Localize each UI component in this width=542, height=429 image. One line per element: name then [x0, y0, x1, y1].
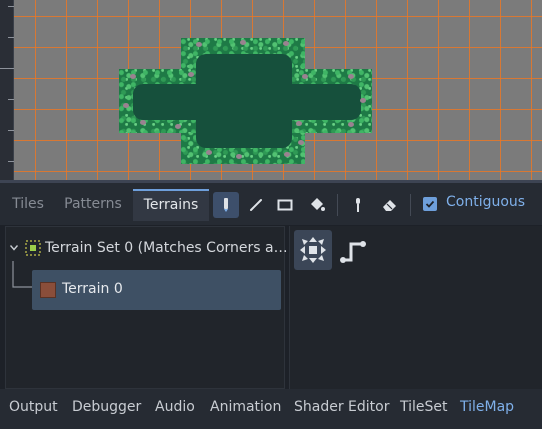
- tab-debugger[interactable]: Debugger: [72, 399, 141, 415]
- terrain-set-label: Terrain Set 0 (Matches Corners a…: [45, 240, 288, 256]
- tab-tiles[interactable]: Tiles: [6, 189, 50, 221]
- paint-tool-button[interactable]: [213, 192, 239, 218]
- vertical-ruler: 200: [0, 0, 14, 180]
- toolbar-separator: [337, 194, 338, 216]
- tab-terrains[interactable]: Terrains: [133, 189, 209, 221]
- contiguous-label[interactable]: Contiguous: [446, 194, 525, 210]
- rectangle-tool-button[interactable]: [272, 192, 298, 218]
- bucket-icon: [311, 198, 325, 211]
- tab-output[interactable]: Output: [9, 399, 58, 415]
- tilemap-viewport[interactable]: 200: [0, 0, 542, 180]
- terrain-mode-pane: [289, 226, 542, 389]
- terrain-color-swatch: [40, 282, 56, 298]
- tilemap-toolbar: Tiles Patterns Terrains Contiguous: [0, 183, 542, 225]
- connect-mode-button[interactable]: [294, 230, 332, 270]
- tab-patterns[interactable]: Patterns: [60, 189, 126, 221]
- toolbar-separator: [410, 194, 411, 216]
- paint-icon: [224, 198, 228, 212]
- contiguous-checkbox[interactable]: [423, 197, 437, 211]
- terrain-set-icon: [25, 240, 41, 256]
- tree-item-terrain-0[interactable]: Terrain 0: [32, 270, 281, 310]
- tab-shader-editor[interactable]: Shader Editor: [294, 399, 389, 415]
- picker-tool-button[interactable]: [345, 192, 371, 218]
- connect-mode-icon: [300, 237, 326, 263]
- chevron-down-icon[interactable]: [10, 245, 18, 251]
- bottom-dock-tabs: Output Debugger Audio Animation Shader E…: [0, 389, 542, 429]
- tab-audio[interactable]: Audio: [155, 399, 195, 415]
- path-mode-icon: [340, 241, 366, 263]
- checkmark-icon: [425, 200, 435, 208]
- tab-tileset[interactable]: TileSet: [400, 399, 448, 415]
- tree-connector-line: [12, 261, 34, 288]
- terrain-tree: Terrain Set 0 (Matches Corners a… Terrai…: [5, 226, 288, 389]
- tab-tilemap[interactable]: TileMap: [460, 399, 514, 415]
- rectangle-icon: [277, 199, 293, 211]
- eraser-icon: [383, 200, 396, 211]
- terrain-label: Terrain 0: [62, 281, 123, 297]
- picker-icon: [356, 198, 360, 212]
- tree-item-terrain-set[interactable]: Terrain Set 0 (Matches Corners a…: [6, 237, 288, 261]
- bucket-tool-button[interactable]: [304, 192, 330, 218]
- line-tool-button[interactable]: [243, 192, 269, 218]
- line-icon: [250, 199, 262, 211]
- eraser-tool-button[interactable]: [377, 192, 403, 218]
- tab-animation[interactable]: Animation: [210, 399, 281, 415]
- path-mode-button[interactable]: [334, 230, 372, 270]
